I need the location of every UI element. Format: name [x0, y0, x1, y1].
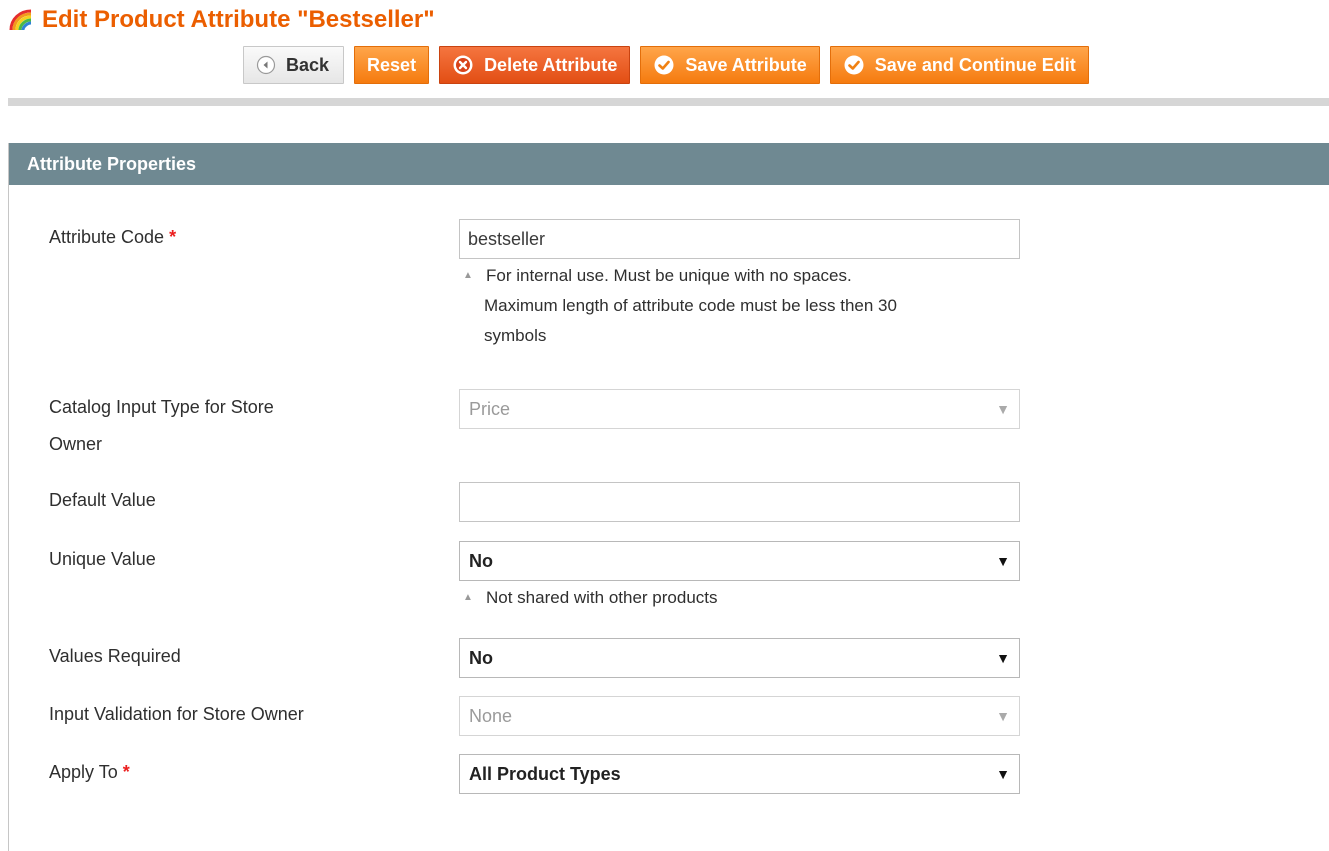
save-and-continue-label: Save and Continue Edit — [874, 54, 1076, 75]
toolbar: Back Reset Delete Attribute Save Attribu… — [243, 46, 1089, 84]
dropdown-arrow-icon: ▼ — [996, 708, 1010, 724]
attribute-code-note-line3: symbols — [484, 326, 547, 345]
dropdown-arrow-icon: ▼ — [996, 650, 1010, 666]
reset-button[interactable]: Reset — [354, 46, 430, 84]
apply-to-label-text: Apply To — [49, 762, 118, 782]
attribute-code-label: Attribute Code * — [49, 219, 389, 256]
page-header: Edit Product Attribute "Bestseller" — [8, 6, 435, 34]
attribute-code-note-line1: For internal use. Must be unique with no… — [486, 266, 852, 285]
default-value-label: Default Value — [49, 490, 156, 510]
attribute-code-input[interactable]: bestseller — [459, 219, 1020, 259]
apply-to-label: Apply To * — [49, 754, 389, 791]
input-validation-select: None ▼ — [459, 696, 1020, 736]
page-title: Edit Product Attribute "Bestseller" — [42, 6, 435, 33]
required-mark: * — [122, 762, 130, 782]
input-validation-control: None ▼ — [459, 696, 1020, 736]
attribute-properties-section: Attribute Properties Attribute Code * be… — [8, 143, 1329, 851]
default-value-input[interactable] — [459, 482, 1020, 522]
unique-value-selected: No — [469, 551, 493, 571]
input-type-value: Price — [469, 399, 511, 419]
delete-icon — [452, 54, 474, 76]
values-required-selected: No — [469, 648, 493, 668]
input-validation-label: Input Validation for Store Owner — [49, 704, 304, 724]
attribute-code-note: ▲ For internal use. Must be unique with … — [459, 261, 1019, 351]
save-attribute-label: Save Attribute — [685, 54, 807, 75]
edit-attribute-page: Edit Product Attribute "Bestseller" Back… — [0, 0, 1329, 851]
input-type-select: Price ▼ — [459, 389, 1020, 429]
input-type-label-line2: Owner — [49, 434, 103, 454]
reset-button-label: Reset — [367, 54, 417, 75]
checkmark-icon — [843, 54, 865, 76]
attribute-code-control: bestseller ▲ For internal use. Must be u… — [459, 219, 1020, 351]
dropdown-arrow-icon: ▼ — [996, 553, 1010, 569]
unique-value-note-text: Not shared with other products — [486, 588, 718, 607]
header-divider — [8, 98, 1329, 106]
save-and-continue-button[interactable]: Save and Continue Edit — [829, 46, 1089, 84]
unique-value-note: ▲ Not shared with other products — [459, 583, 1019, 613]
note-triangle-icon: ▲ — [463, 270, 473, 281]
delete-attribute-button[interactable]: Delete Attribute — [439, 46, 631, 84]
required-mark: * — [169, 227, 177, 247]
back-button[interactable]: Back — [243, 46, 345, 84]
apply-to-selected: All Product Types — [469, 764, 621, 784]
unique-value-select[interactable]: No ▼ — [459, 541, 1020, 581]
unique-value-control: No ▼ ▲ Not shared with other products — [459, 541, 1020, 613]
dropdown-arrow-icon: ▼ — [996, 401, 1010, 417]
input-type-label-line1: Catalog Input Type for Store — [49, 397, 274, 417]
checkmark-icon — [653, 54, 675, 76]
delete-attribute-label: Delete Attribute — [484, 54, 618, 75]
values-required-control: No ▼ — [459, 638, 1020, 678]
attribute-code-note-line2: Maximum length of attribute code must be… — [484, 296, 897, 315]
note-triangle-icon: ▲ — [463, 592, 473, 603]
default-value-control — [459, 482, 1020, 522]
values-required-label: Values Required — [49, 646, 181, 666]
back-button-label: Back — [286, 54, 330, 75]
section-header: Attribute Properties — [9, 143, 1329, 185]
back-arrow-icon — [256, 55, 276, 75]
save-attribute-button[interactable]: Save Attribute — [640, 46, 820, 84]
apply-to-select[interactable]: All Product Types ▼ — [459, 754, 1020, 794]
input-type-label: Catalog Input Type for Store Owner — [49, 389, 389, 463]
attribute-code-label-text: Attribute Code — [49, 227, 165, 247]
input-type-control: Price ▼ — [459, 389, 1020, 429]
input-validation-value: None — [469, 706, 513, 726]
apply-to-control: All Product Types ▼ — [459, 754, 1020, 794]
rainbow-icon — [9, 9, 32, 31]
values-required-select[interactable]: No ▼ — [459, 638, 1020, 678]
dropdown-arrow-icon: ▼ — [996, 766, 1010, 782]
unique-value-label: Unique Value — [49, 549, 156, 569]
